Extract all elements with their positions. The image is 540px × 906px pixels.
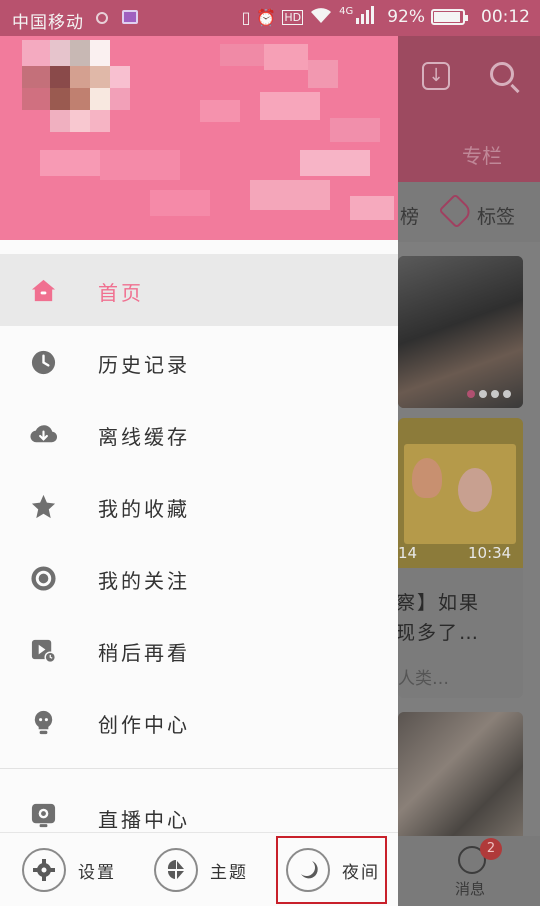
menu-item-label: 稍后再看 (98, 641, 190, 665)
tag-label[interactable]: 标签 (477, 202, 515, 229)
theme-button[interactable]: 主题 (154, 847, 248, 893)
video-duration: 14 10:34 (398, 544, 512, 562)
image-notification-icon (122, 10, 138, 24)
follow-icon (31, 566, 56, 591)
theme-icon (154, 848, 198, 892)
video-thumbnail (398, 712, 523, 842)
message-label[interactable]: 消息 (455, 878, 485, 899)
menu-item-watch-later[interactable]: 稍后再看 (0, 614, 398, 686)
menu-item-label: 创作中心 (98, 713, 190, 737)
live-tv-icon (31, 803, 56, 828)
theme-label: 主题 (210, 862, 248, 883)
drawer-menu: 首页 历史记录 离线缓存 我的收藏 我的关注 稍后再看 创作中心 (0, 254, 398, 758)
menu-item-offline-cache[interactable]: 离线缓存 (0, 398, 398, 470)
download-icon[interactable]: ↓ (422, 62, 450, 90)
menu-item-label: 直播中心 (98, 808, 190, 832)
menu-item-label: 首页 (98, 281, 144, 305)
hd-icon: HD (282, 9, 304, 25)
menu-item-following[interactable]: 我的关注 (0, 542, 398, 614)
carousel-dots (467, 390, 511, 398)
network-type: 4G (339, 6, 354, 17)
menu-item-favorites[interactable]: 我的收藏 (0, 470, 398, 542)
clock-icon (31, 350, 56, 375)
status-bar: 中国移动 ▯ ⏰ HD 4G 92% 00:12 (0, 0, 540, 36)
settings-button[interactable]: 设置 (22, 847, 116, 893)
video-title-line1: 察】如果 (398, 592, 481, 614)
menu-item-label: 离线缓存 (98, 425, 190, 449)
menu-item-label: 我的收藏 (98, 497, 190, 521)
menu-item-label: 历史记录 (98, 353, 190, 377)
battery-percent: 92% (387, 7, 425, 27)
battery-icon (431, 9, 468, 25)
clock-time: 00:12 (481, 7, 530, 27)
video-card[interactable] (398, 712, 523, 842)
watch-later-icon (31, 639, 57, 664)
settings-label: 设置 (78, 862, 116, 883)
home-icon (31, 279, 56, 302)
banner-card[interactable] (398, 256, 523, 408)
cloud-download-icon (30, 425, 57, 443)
star-icon (31, 494, 56, 519)
signal-icon (355, 6, 375, 28)
alarm-icon: ⏰ (256, 7, 277, 27)
search-icon[interactable] (490, 62, 514, 86)
notification-dot-icon (96, 12, 108, 24)
video-meta: 人类… (398, 669, 449, 689)
menu-item-history[interactable]: 历史记录 (0, 326, 398, 398)
carrier-name: 中国移动 (12, 13, 84, 33)
settings-icon (22, 848, 66, 892)
video-card[interactable]: 14 10:34 察】如果 现多了… 人类… (398, 418, 523, 698)
message-badge: 2 (480, 838, 502, 860)
video-title-line2: 现多了… (398, 622, 481, 644)
wifi-icon (309, 6, 333, 28)
vibrate-icon: ▯ (241, 7, 251, 27)
avatar[interactable] (22, 40, 132, 156)
menu-item-home[interactable]: 首页 (0, 254, 398, 326)
menu-divider (0, 768, 398, 769)
lightbulb-icon (34, 710, 53, 735)
banner-image (398, 256, 523, 408)
tab-column-partial[interactable]: 专栏 (462, 140, 502, 169)
menu-item-creator-center[interactable]: 创作中心 (0, 686, 398, 758)
menu-item-label: 我的关注 (98, 569, 190, 593)
rank-label-partial[interactable]: 榜 (400, 202, 419, 229)
night-mode-highlight-box (276, 836, 387, 904)
drawer-header (0, 0, 398, 240)
navigation-drawer: 首页 历史记录 离线缓存 我的收藏 我的关注 稍后再看 创作中心 直播中心 设置… (0, 0, 398, 906)
